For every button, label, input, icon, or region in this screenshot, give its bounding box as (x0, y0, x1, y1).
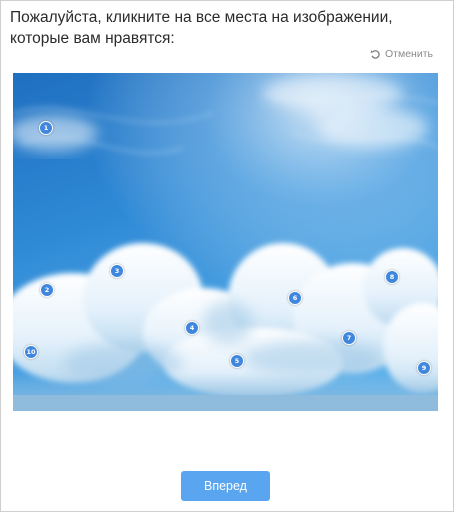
marker-8[interactable]: 8 (385, 270, 399, 284)
undo-button[interactable]: Отменить (370, 48, 433, 60)
marker-4[interactable]: 4 (185, 321, 199, 335)
undo-icon (370, 49, 381, 60)
undo-label: Отменить (385, 48, 433, 60)
marker-3[interactable]: 3 (110, 264, 124, 278)
clickable-image[interactable]: 1 2 3 4 5 6 7 8 9 10 (13, 73, 438, 411)
marker-10[interactable]: 10 (24, 345, 38, 359)
next-button[interactable]: Вперед (181, 471, 270, 501)
marker-1[interactable]: 1 (39, 121, 53, 135)
marker-7[interactable]: 7 (342, 331, 356, 345)
sky-clouds-image (13, 73, 438, 411)
marker-9[interactable]: 9 (417, 361, 431, 375)
question-text: Пожалуйста, кликните на все места на изо… (10, 9, 393, 47)
survey-page: Пожалуйста, кликните на все места на изо… (0, 0, 454, 512)
marker-5[interactable]: 5 (230, 354, 244, 368)
marker-6[interactable]: 6 (288, 291, 302, 305)
marker-2[interactable]: 2 (40, 283, 54, 297)
